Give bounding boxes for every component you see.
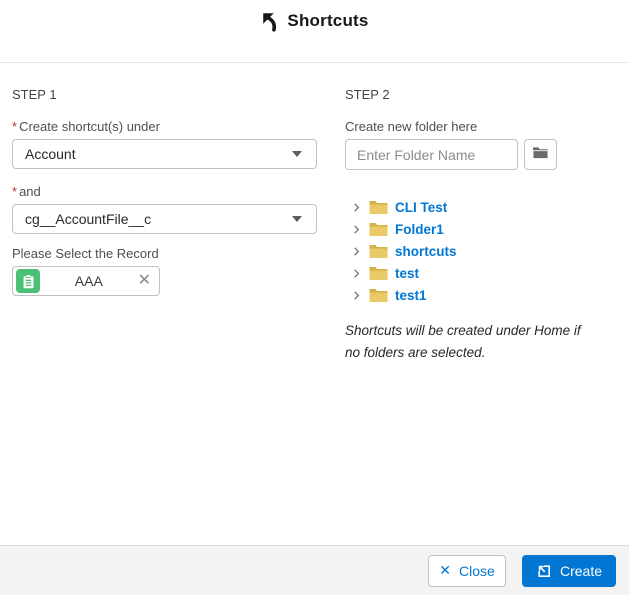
create-folder-row — [345, 139, 595, 170]
chevron-right-icon[interactable] — [349, 244, 363, 258]
select-value: Account — [25, 146, 76, 162]
field1-label: *Create shortcut(s) under — [12, 119, 317, 134]
page-title: Shortcuts — [287, 11, 368, 31]
folder-icon — [369, 222, 388, 237]
step2-heading: STEP 2 — [345, 87, 595, 102]
required-asterisk: * — [12, 119, 17, 134]
shortcut-arrow-icon — [260, 9, 282, 33]
step2-column: STEP 2 Create new folder here — [345, 87, 595, 545]
tree-item-label[interactable]: shortcuts — [395, 244, 457, 259]
create-shortcut-under-select[interactable]: Account — [12, 139, 317, 169]
folder-icon — [532, 146, 549, 163]
create-folder-label: Create new folder here — [345, 119, 595, 134]
tree-item-label[interactable]: test1 — [395, 288, 427, 303]
tree-item-label[interactable]: test — [395, 266, 419, 281]
dialog-header: Shortcuts — [0, 0, 629, 63]
create-button[interactable]: Create — [522, 555, 616, 587]
no-folder-note: Shortcuts will be created under Home if … — [345, 320, 595, 365]
create-button-label: Create — [560, 563, 602, 579]
close-button-label: Close — [459, 563, 495, 579]
tree-item-label[interactable]: CLI Test — [395, 200, 447, 215]
chevron-right-icon[interactable] — [349, 222, 363, 236]
folder-icon — [369, 200, 388, 215]
required-asterisk: * — [12, 184, 17, 199]
title-wrap: Shortcuts — [260, 9, 368, 33]
close-button[interactable]: ✕ Close — [428, 555, 506, 587]
chevron-right-icon[interactable] — [349, 200, 363, 214]
chevron-right-icon[interactable] — [349, 266, 363, 280]
tree-item: shortcuts — [349, 240, 595, 262]
pill-label: AAA — [40, 273, 138, 289]
folder-icon — [369, 244, 388, 259]
chevron-down-icon — [292, 216, 302, 222]
chevron-right-icon[interactable] — [349, 288, 363, 302]
chevron-down-icon — [292, 151, 302, 157]
step1-column: STEP 1 *Create shortcut(s) under Account… — [12, 87, 317, 545]
field2-label: *and — [12, 184, 317, 199]
record-label: Please Select the Record — [12, 246, 317, 261]
folder-name-input[interactable] — [345, 139, 518, 170]
select-value: cg__AccountFile__c — [25, 211, 151, 227]
folder-icon — [369, 288, 388, 303]
create-folder-button[interactable] — [524, 139, 557, 170]
record-clipboard-icon — [16, 269, 40, 293]
selected-record-pill[interactable]: AAA ✕ — [12, 266, 160, 296]
dialog-body: STEP 1 *Create shortcut(s) under Account… — [0, 63, 629, 545]
dialog-footer: ✕ Close Create — [0, 545, 629, 595]
tree-item: Folder1 — [349, 218, 595, 240]
object-file-select[interactable]: cg__AccountFile__c — [12, 204, 317, 234]
tree-item: CLI Test — [349, 196, 595, 218]
step1-heading: STEP 1 — [12, 87, 317, 102]
close-icon: ✕ — [439, 562, 451, 579]
tree-item: test1 — [349, 284, 595, 306]
folder-tree: CLI Test Folder1 — [349, 196, 595, 306]
folder-icon — [369, 266, 388, 281]
create-shortcut-icon — [536, 563, 552, 579]
tree-item-label[interactable]: Folder1 — [395, 222, 444, 237]
tree-item: test — [349, 262, 595, 284]
shortcuts-dialog: Shortcuts STEP 1 *Create shortcut(s) und… — [0, 0, 629, 595]
remove-record-icon[interactable]: ✕ — [138, 273, 151, 289]
